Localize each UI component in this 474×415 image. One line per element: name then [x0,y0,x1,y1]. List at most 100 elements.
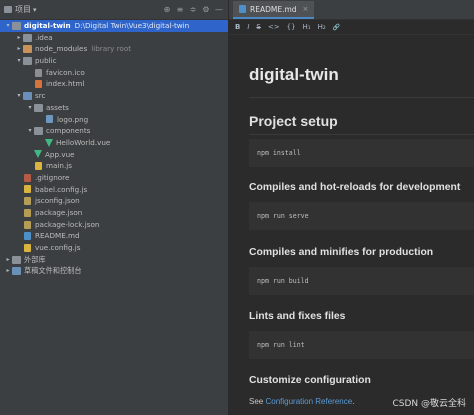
json-file-icon [24,208,31,217]
strikethrough-icon[interactable]: S [256,23,260,31]
chevron-down-icon[interactable]: ▾ [26,102,34,114]
js-file-icon [24,185,31,194]
tree-item-label: babel.config.js [35,184,88,194]
tree-item[interactable]: package-lock.json [0,219,228,231]
expand-all-icon[interactable]: ≡ [175,5,185,15]
gear-icon[interactable]: ⚙ [201,5,211,15]
subheading: Customize configuration [249,375,371,386]
tree-item-label: jsconfig.json [35,196,80,206]
markdown-preview: digital-twin Project setup npm install C… [229,35,474,415]
tree-item[interactable]: vue.config.js [0,242,228,254]
heading2-icon[interactable]: H₂ [318,23,326,31]
chevron-right-icon[interactable]: ▸ [15,32,23,44]
collapse-all-icon[interactable]: ≑ [188,5,198,15]
tree-item[interactable]: ▾ components [0,125,228,137]
chevron-down-icon[interactable]: ▾ [26,125,34,137]
vue-file-icon [45,138,53,147]
tree-item[interactable]: ▸ 外部库 [0,254,228,266]
tree-item-label: node_modules [35,44,88,54]
heading1-icon[interactable]: H₁ [303,23,311,31]
file-tree: ▾ digital-twin D:\Digital Twin\Vue3\digita… [0,20,228,277]
tree-item[interactable]: .gitignore [0,172,228,184]
chevron-right-icon[interactable]: ▸ [15,43,23,55]
tree-item-label: package.json [35,208,83,217]
library-icon [12,255,21,264]
watermark: CSDN @敬云全科 [392,399,466,409]
code-icon[interactable]: <> [268,23,280,31]
tree-item[interactable]: App.vue [0,149,228,161]
tree-item[interactable]: ▾ public [0,55,228,67]
configuration-reference-link[interactable]: Configuration Reference [265,397,352,406]
tree-item[interactable]: ▸ node_modules library root [0,43,228,55]
tree-item[interactable]: favicon.ico [0,67,228,79]
tree-item-label: vue.config.js [35,243,81,253]
project-panel-header: 项目 ▾ ⊕ ≡ ≑ ⚙ — [0,0,228,20]
ico-file-icon [35,68,42,77]
tree-item-label: logo.png [57,114,89,124]
tree-item[interactable]: ▸ .idea [0,32,228,44]
js-file-icon [24,243,31,252]
minimize-icon[interactable]: — [214,5,224,15]
code-block: npm run lint [249,331,474,359]
tree-item[interactable]: README.md [0,230,228,242]
tree-item[interactable]: ▾ digital-twin D:\Digital Twin\Vue3\digita… [0,20,228,32]
tree-item[interactable]: HelloWorld.vue [0,137,228,149]
tree-item[interactable]: jsconfig.json [0,195,228,207]
chevron-right-icon[interactable]: ▸ [4,265,12,277]
close-icon[interactable]: × [303,5,309,13]
tree-item-label: .idea [35,32,53,42]
editor-tabs: README.md × [229,0,474,20]
see-paragraph: See Configuration Reference. [249,397,354,406]
tree-item[interactable]: ▸ 草稿文件和控制台 [0,265,228,277]
tree-item[interactable]: main.js [0,160,228,172]
tree-item[interactable]: index.html [0,78,228,90]
chevron-down-icon[interactable]: ▾ [33,6,37,14]
markdown-file-icon [239,5,246,13]
chevron-down-icon[interactable]: ▾ [15,55,23,67]
tree-item-label: src [35,91,46,101]
link-icon[interactable]: 🔗 [333,24,340,31]
tree-item-label: 外部库 [24,254,46,264]
code-block: npm run build [249,267,474,295]
italic-icon[interactable]: I [247,23,249,31]
tree-item-path: D:\Digital Twin\Vue3\digital-twin [74,21,190,30]
tree-item[interactable]: ▾ src [0,90,228,102]
folder-icon [23,56,32,65]
html-file-icon [35,80,42,89]
tree-item[interactable]: package.json [0,207,228,219]
tree-item-label: App.vue [45,149,75,159]
tree-item-label: public [35,56,57,66]
bold-icon[interactable]: B [235,23,240,31]
tree-item-label: assets [46,102,69,112]
project-panel-title[interactable]: 项目 [15,4,31,15]
chevron-down-icon[interactable]: ▾ [15,90,23,102]
tree-item-path: library root [91,44,132,54]
tree-item-label: main.js [46,161,72,171]
scratch-icon [12,267,21,276]
tree-item-label: README.md [35,231,80,241]
chevron-down-icon[interactable]: ▾ [4,20,12,32]
json-file-icon [24,197,31,206]
tree-item-label: HelloWorld.vue [56,137,111,147]
tree-item-label: index.html [46,79,85,89]
see-suffix: . [352,397,355,406]
section-divider [249,134,474,135]
title-divider [249,97,474,98]
git-file-icon [24,173,31,182]
vue-file-icon [34,150,42,159]
library-folder-icon [23,45,32,54]
locate-icon[interactable]: ⊕ [162,5,172,15]
tree-item-label: digital-twin [24,21,71,30]
tree-item[interactable]: logo.png [0,114,228,126]
section-heading: Project setup [249,113,338,129]
tab-readme[interactable]: README.md × [233,1,315,19]
chevron-right-icon[interactable]: ▸ [4,254,12,266]
code-block-icon[interactable]: {} [287,23,296,31]
tree-item-label: 草稿文件和控制台 [24,266,82,276]
tree-item[interactable]: babel.config.js [0,184,228,196]
tree-item-label: .gitignore [35,172,70,182]
subheading: Compiles and minifies for production [249,247,434,258]
tab-label: README.md [250,4,297,14]
folder-icon [34,103,43,112]
tree-item[interactable]: ▾ assets [0,102,228,114]
